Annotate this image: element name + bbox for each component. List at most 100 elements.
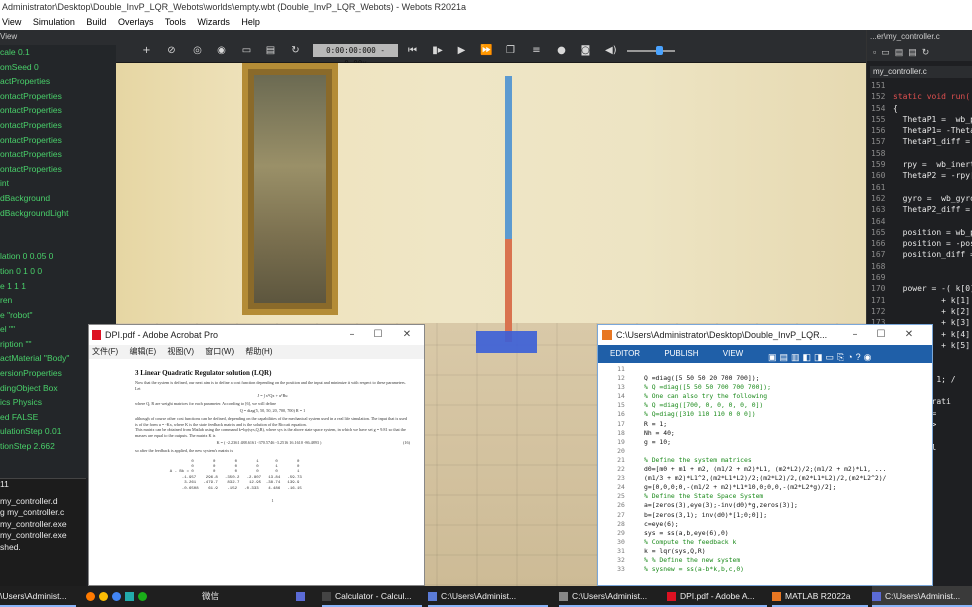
- webots-taskbar-icon[interactable]: [296, 586, 314, 607]
- line-number: 167: [871, 250, 886, 260]
- taskbar-item-webots[interactable]: C:\Users\Administ...: [872, 586, 972, 607]
- scene-tree-item[interactable]: int: [0, 176, 116, 191]
- code-text: ThetaP1_diff =: [893, 137, 971, 147]
- scene-tree-item[interactable]: ontactProperties: [0, 133, 116, 148]
- reload-world-icon[interactable]: ↻: [290, 45, 301, 56]
- save-world-icon[interactable]: ▤: [265, 45, 276, 56]
- scene-tree-item[interactable]: [0, 235, 116, 250]
- matlab-code-line: 31 k = lqr(sys,Q,R): [598, 547, 932, 556]
- taskbar-item-wechat[interactable]: 微信: [202, 586, 232, 607]
- menu-simulation[interactable]: Simulation: [33, 17, 75, 27]
- tab-editor[interactable]: EDITOR: [610, 349, 640, 358]
- code-text: b=[zeros(3,1); inv(d0)*[1;0;0]];: [644, 510, 768, 519]
- matlab-code-line: 20: [598, 447, 932, 456]
- step-icon[interactable]: ▮▸: [432, 45, 443, 56]
- minimize-icon[interactable]: –: [842, 325, 868, 345]
- quick-access-icons[interactable]: ▣▤▥◧◨▭⎘◔?◉: [768, 348, 875, 366]
- editor-tab[interactable]: my_controller.c: [870, 66, 972, 78]
- taskbar-item-calculator[interactable]: Calculator - Calcul...: [322, 586, 422, 607]
- matlab-code-line: 14 % One can also try the following: [598, 392, 932, 401]
- menu-help[interactable]: Help: [241, 17, 260, 27]
- code-text: ThetaP2 = -rpy[: [893, 171, 972, 181]
- firefox-icon[interactable]: [86, 592, 95, 602]
- pdf-menu-window[interactable]: 窗口(W): [205, 347, 234, 356]
- tab-view[interactable]: VIEW: [723, 349, 743, 358]
- volume-slider-handle[interactable]: [656, 46, 663, 55]
- scene-tree-item[interactable]: [0, 220, 116, 235]
- close-icon[interactable]: ✕: [394, 325, 420, 345]
- maximize-icon[interactable]: ☐: [365, 325, 391, 345]
- scene-tree-item[interactable]: omSeed 0: [0, 60, 116, 75]
- camera-view-icon[interactable]: ◎: [192, 45, 203, 56]
- scene-tree-item[interactable]: e 1 1 1: [0, 279, 116, 294]
- scene-tree-item[interactable]: dBackground: [0, 191, 116, 206]
- volume-icon[interactable]: ◀): [605, 45, 617, 56]
- line-number: 15: [617, 401, 625, 410]
- new-file-icon[interactable]: ▫: [873, 47, 881, 57]
- pdf-menu-view[interactable]: 视图(V): [167, 347, 194, 356]
- taskbar-item-explorer[interactable]: C:\Users\Administ...: [428, 586, 548, 607]
- taskbar-item-terminal[interactable]: \Users\Administ...: [0, 586, 76, 607]
- open-world-icon[interactable]: ▭: [241, 45, 252, 56]
- chrome-alt-icon[interactable]: [112, 592, 121, 602]
- minimize-icon[interactable]: –: [339, 325, 365, 345]
- scene-tree-item[interactable]: tion 0 1 0 0: [0, 264, 116, 279]
- menu-build[interactable]: Build: [86, 17, 106, 27]
- taskbar-item-acrobat[interactable]: DPI.pdf - Adobe A...: [667, 586, 767, 607]
- matlab-code-line: 32 % % Define the new system: [598, 556, 932, 565]
- pdf-paragraph: so after the feedback is applied, the ne…: [135, 447, 234, 453]
- pendulum-upper-link[interactable]: [505, 76, 512, 239]
- save-as-icon[interactable]: ▤: [908, 47, 922, 57]
- tab-publish[interactable]: PUBLISH: [664, 349, 698, 358]
- robot-cart-base[interactable]: [476, 331, 537, 353]
- pdf-menu-file[interactable]: 文件(F): [92, 347, 118, 356]
- menu-tools[interactable]: Tools: [165, 17, 186, 27]
- menu-list-icon[interactable]: ≡: [531, 45, 542, 56]
- menu-view[interactable]: View: [2, 17, 21, 27]
- delete-node-icon[interactable]: ⊘: [166, 45, 177, 56]
- scene-tree-item[interactable]: ontactProperties: [0, 118, 116, 133]
- scene-tree-item[interactable]: ontactProperties: [0, 103, 116, 118]
- scene-tree-item[interactable]: ren: [0, 293, 116, 308]
- fast-forward-icon[interactable]: ⏩: [480, 45, 492, 56]
- line-number: 21: [617, 455, 625, 464]
- reset-simulation-icon[interactable]: ⏮: [407, 45, 418, 56]
- screenshot-icon[interactable]: ◙: [580, 45, 591, 56]
- menu-overlays[interactable]: Overlays: [118, 17, 154, 27]
- menu-wizards[interactable]: Wizards: [197, 17, 230, 27]
- scene-tree-item[interactable]: lation 0 0.05 0: [0, 249, 116, 264]
- code-text: power = -( k[0]: [893, 284, 972, 294]
- scene-tree-item[interactable]: cale 0.1: [0, 45, 116, 60]
- open-file-icon[interactable]: ▭: [881, 47, 895, 57]
- eye-icon[interactable]: ◉: [216, 45, 227, 56]
- scene-tree-item[interactable]: e "robot": [0, 308, 116, 323]
- pendulum-lower-link[interactable]: [505, 239, 512, 342]
- pdf-paragraph: This matrix can be obtained from Matlab …: [135, 427, 406, 438]
- scene-tree-item[interactable]: actProperties: [0, 74, 116, 89]
- pdf-menu-help[interactable]: 帮助(H): [245, 347, 272, 356]
- revert-icon[interactable]: ↻: [922, 47, 935, 57]
- record-icon[interactable]: ●: [556, 45, 567, 56]
- rendering-icon[interactable]: ❐: [505, 45, 516, 56]
- matlab-code-area[interactable]: 11 12 Q =diag([5 50 50 20 700 700]); 13 % Q …: [598, 365, 932, 585]
- taskbar-item-explorer-2[interactable]: C:\Users\Administ...: [559, 586, 667, 607]
- app-icon[interactable]: [125, 592, 134, 602]
- scene-tree-item[interactable]: ontactProperties: [0, 89, 116, 104]
- line-number: 19: [617, 437, 625, 446]
- close-icon[interactable]: ✕: [896, 325, 922, 345]
- volume-slider-track[interactable]: [627, 50, 675, 52]
- save-file-icon[interactable]: ▤: [895, 47, 909, 57]
- pdf-menu-edit[interactable]: 编辑(E): [129, 347, 156, 356]
- play-icon[interactable]: ▶: [456, 45, 467, 56]
- scene-tree-item[interactable]: dBackgroundLight: [0, 206, 116, 221]
- taskbar-pinned-apps[interactable]: [86, 586, 186, 607]
- chrome-icon[interactable]: [99, 592, 108, 602]
- pdf-paragraph: where Q, R are weight matrices for each …: [135, 400, 277, 406]
- scene-tree-item[interactable]: ontactProperties: [0, 162, 116, 177]
- pdf-page[interactable]: 3 Linear Quadratic Regulator solution (L…: [89, 359, 424, 585]
- scene-tree-item[interactable]: ontactProperties: [0, 147, 116, 162]
- maximize-icon[interactable]: ☐: [868, 325, 894, 345]
- wechat-icon[interactable]: [138, 592, 147, 602]
- add-node-icon[interactable]: +: [141, 45, 152, 56]
- taskbar-item-matlab[interactable]: MATLAB R2022a: [772, 586, 868, 607]
